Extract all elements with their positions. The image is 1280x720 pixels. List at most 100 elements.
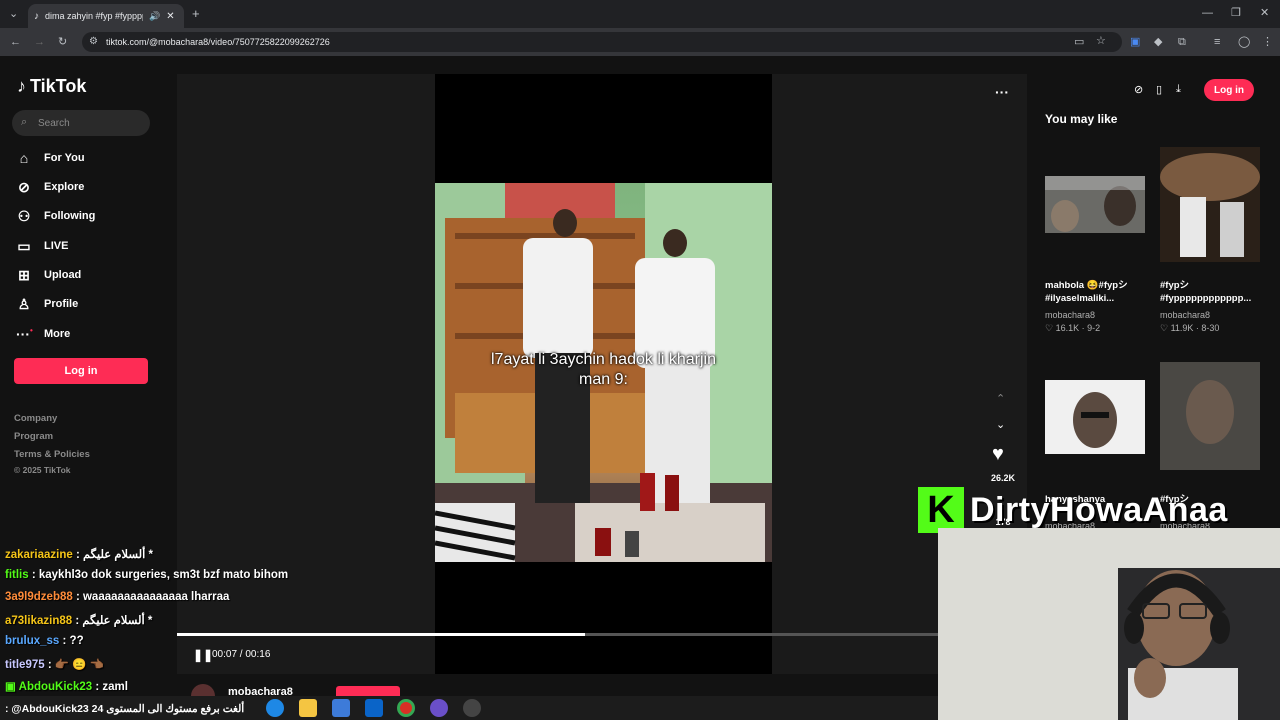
you-may-like-heading: You may like — [1045, 112, 1118, 126]
minimize-icon[interactable]: — — [1202, 8, 1213, 19]
upload-icon: ⊞ — [18, 266, 30, 283]
audio-icon[interactable]: 🔊 — [149, 11, 160, 22]
extensions-puzzle-icon[interactable]: ⧉ — [1178, 37, 1186, 48]
video-caption: l7ayat li 3aychin hadok li kharjin man 9… — [490, 351, 716, 388]
rec-user[interactable]: mobachara8 — [1045, 310, 1095, 320]
home-icon: ⌂ — [19, 150, 29, 166]
tab-close-icon[interactable]: ✕ — [166, 11, 174, 22]
forward-icon[interactable]: → — [34, 37, 45, 48]
rec-thumbnail[interactable] — [1160, 362, 1260, 470]
rec-stats: ♡ 11.9K · 8-30 — [1160, 323, 1220, 333]
chrome-icon[interactable] — [397, 699, 415, 717]
chat-notification: : @AbdouKick23 24 ألغت برفع مستوك الى ال… — [5, 703, 245, 715]
sidebar-item-following[interactable]: ⚇ Following — [16, 206, 96, 226]
cast-icon[interactable]: ▭ — [1074, 37, 1084, 48]
sidebar-item-explore[interactable]: ⊘ Explore — [16, 177, 84, 197]
chat-message: fitlis : kaykhl3o dok surgeries, sm3t bz… — [5, 569, 288, 581]
rec-user[interactable]: mobachara8 — [1160, 310, 1210, 320]
chat-text: : ألسلام عليگم * — [72, 615, 153, 627]
chat-text: : waaaaaaaaaaaaaaa lharraa — [72, 591, 230, 603]
webcam-scene — [938, 528, 1280, 720]
chat-text: : 👉🏾 😑 👈🏾 — [44, 659, 105, 671]
new-tab-button[interactable]: + — [192, 7, 200, 20]
sidebar-item-live[interactable]: ▭ LIVE — [16, 236, 68, 256]
pause-icon[interactable]: ❚❚ — [193, 648, 213, 662]
rec-thumbnail-image — [1160, 147, 1260, 262]
rec-thumbnail[interactable] — [1045, 176, 1145, 233]
device-icon[interactable]: ▯ — [1156, 83, 1162, 96]
back-icon[interactable]: ← — [10, 37, 21, 48]
footer-program[interactable]: Program — [14, 431, 53, 442]
footer-company[interactable]: Company — [14, 413, 57, 424]
translate-icon[interactable]: ▣ — [1130, 37, 1140, 48]
close-window-icon[interactable]: ✕ — [1260, 8, 1269, 19]
rec-thumbnail-image — [1045, 176, 1145, 233]
chat-message: brulux_ss : ?? — [5, 635, 84, 647]
more-options-icon[interactable]: ··· — [995, 84, 1009, 100]
next-video-icon[interactable]: ⌄ — [996, 418, 1005, 431]
tab-list-icon[interactable]: ⌄ — [9, 9, 18, 20]
chat-username: zakariaazine — [5, 549, 73, 561]
obs-icon[interactable] — [463, 699, 481, 717]
search-input[interactable]: ⌕ Search — [12, 110, 150, 136]
outlook-icon[interactable] — [365, 699, 383, 717]
media-icon[interactable]: ≡ — [1214, 37, 1220, 48]
rec-thumbnail[interactable] — [1160, 147, 1260, 262]
url-text: tiktok.com/@mobachara8/video/75077258220… — [106, 37, 330, 47]
download-icon[interactable]: ⤓ — [1176, 83, 1181, 96]
compass-action-icon[interactable]: ⊘ — [1134, 83, 1143, 96]
streamer-name: DirtyHowaAnaa — [970, 490, 1228, 529]
bookmark-star-icon[interactable]: ☆ — [1096, 36, 1106, 47]
file-explorer-icon[interactable] — [299, 699, 317, 717]
chat-text: : zaml — [92, 681, 128, 693]
login-button[interactable]: Log in — [14, 358, 148, 384]
progress-bar[interactable] — [177, 633, 1027, 636]
browser-menu-icon[interactable]: ⋮ — [1262, 37, 1273, 48]
reload-icon[interactable]: ↻ — [58, 37, 67, 48]
browser-tab[interactable]: ♪ dima zahyin #fyp #fypppp 🔊 ✕ — [28, 4, 184, 28]
compass-icon: ⊘ — [18, 178, 30, 195]
chat-message: a73likazin88 : ألسلام عليگم * — [5, 613, 152, 627]
extension-icon[interactable]: ◆ — [1154, 37, 1162, 48]
chat-text: : ?? — [59, 635, 84, 647]
kick-logo-icon: K — [918, 487, 964, 533]
copyright: © 2025 TikTok — [14, 465, 71, 475]
profile-avatar-icon[interactable]: ◯ — [1238, 37, 1250, 48]
rec-thumbnail-image — [1160, 362, 1260, 470]
search-icon: ⌕ — [21, 116, 28, 128]
sidebar-item-for-you[interactable]: ⌂ For You — [16, 148, 85, 168]
sidebar-item-profile[interactable]: ♙ Profile — [16, 294, 79, 314]
search-placeholder: Search — [38, 117, 70, 129]
chat-username: AbdouKick23 — [18, 681, 93, 693]
sidebar-item-upload[interactable]: ⊞ Upload — [16, 265, 81, 285]
previous-video-icon[interactable]: ⌃ — [996, 392, 1005, 405]
maximize-icon[interactable]: ❐ — [1231, 8, 1241, 19]
chat-username: fitlis — [5, 569, 29, 581]
browser-toolbar: ← → ↻ ⚙ tiktok.com/@mobachara8/video/750… — [0, 28, 1280, 56]
tiktok-note-icon: ♪ — [17, 76, 26, 96]
address-bar[interactable]: ⚙ tiktok.com/@mobachara8/video/750772582… — [82, 32, 1122, 52]
user-icon: ⚇ — [17, 207, 31, 224]
rec-title[interactable]: #fypシ #fypppppppppppp... — [1160, 279, 1251, 305]
edge-icon[interactable] — [266, 699, 284, 717]
browser-tab-bar: ⌄ ♪ dima zahyin #fyp #fypppp 🔊 ✕ + — ❐ ✕ — [0, 0, 1280, 28]
like-heart-icon[interactable]: ♥ — [992, 443, 1004, 466]
video-time: 00:07 / 00:16 — [212, 649, 271, 660]
chat-text: : kaykhl3o dok surgeries, sm3t bzf mato … — [28, 569, 289, 581]
sidebar-item-more[interactable]: ···• More — [16, 324, 70, 344]
app-icon[interactable] — [430, 699, 448, 717]
tab-title: dima zahyin #fyp #fypppp — [45, 11, 143, 21]
follow-button[interactable] — [336, 686, 400, 696]
site-info-icon[interactable]: ⚙ — [89, 36, 98, 47]
rec-thumbnail[interactable] — [1045, 380, 1145, 454]
chat-username: title975 — [5, 659, 45, 671]
rec-thumbnail-image — [1045, 380, 1145, 454]
header-login-button[interactable]: Log in — [1204, 79, 1254, 101]
video-frame[interactable]: l7ayat li 3aychin hadok li kharjin man 9… — [435, 183, 772, 562]
footer-terms[interactable]: Terms & Policies — [14, 449, 90, 460]
store-icon[interactable] — [332, 699, 350, 717]
tiktok-logo[interactable]: ♪ TikTok — [17, 76, 86, 97]
chat-badge-icon: ▣ — [5, 681, 19, 693]
live-icon: ▭ — [17, 237, 31, 254]
rec-title[interactable]: mahbola 😆#fypシ #ilyaselmaliki... — [1045, 279, 1128, 305]
